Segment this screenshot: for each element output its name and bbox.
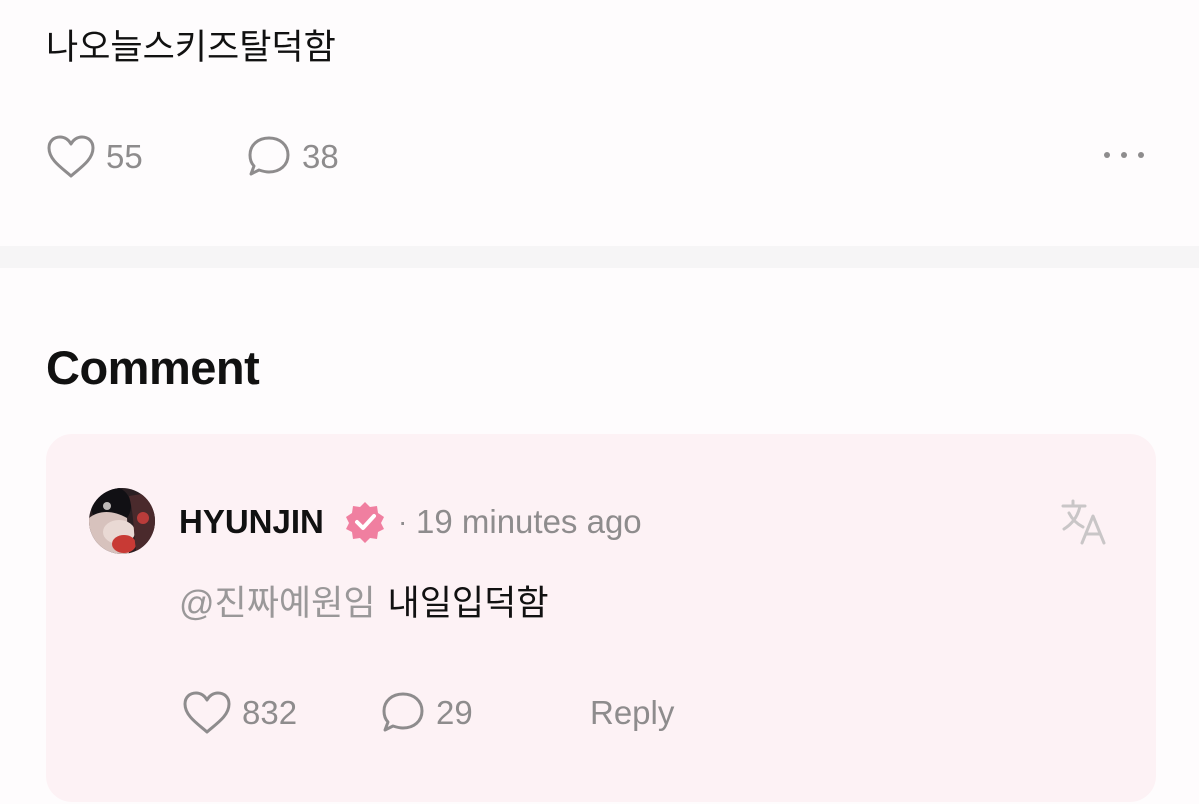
comment-actions: 832 29 Reply bbox=[182, 690, 782, 736]
comment-replies-button[interactable]: 29 bbox=[380, 690, 473, 736]
heart-icon bbox=[47, 135, 95, 178]
more-dot bbox=[1104, 152, 1110, 158]
post-like-button[interactable]: 55 bbox=[46, 134, 143, 180]
comment-like-count: 832 bbox=[242, 694, 298, 731]
post-text: 나오늘스키즈탈덕함 bbox=[46, 28, 336, 67]
comment-card: HYUNJIN · 19 minutes ago @진짜예원임 내일입덕함 832 bbox=[46, 434, 1156, 802]
post-comment-count: 38 bbox=[302, 138, 339, 175]
avatar-image bbox=[89, 488, 155, 554]
speech-bubble-icon bbox=[382, 692, 424, 732]
post: 나오늘스키즈탈덕함 55 38 bbox=[0, 0, 1199, 246]
more-dot bbox=[1121, 152, 1127, 158]
section-divider bbox=[0, 246, 1199, 268]
reply-button[interactable]: Reply bbox=[590, 690, 674, 736]
translate-icon[interactable] bbox=[1060, 498, 1108, 546]
more-horizontal-icon[interactable] bbox=[1104, 152, 1144, 158]
speech-bubble-icon bbox=[248, 136, 290, 176]
comment-body: @진짜예원임 내일입덕함 bbox=[179, 579, 549, 629]
post-like-count: 55 bbox=[106, 138, 143, 175]
post-comment-button[interactable]: 38 bbox=[246, 134, 339, 180]
heart-icon bbox=[183, 691, 231, 734]
comment-like-button[interactable]: 832 bbox=[182, 690, 297, 736]
comment-section-heading: Comment bbox=[46, 341, 260, 394]
comment-reply-count: 29 bbox=[436, 694, 473, 731]
post-actions: 55 38 bbox=[46, 134, 1156, 180]
comment-text: 내일입덕함 bbox=[387, 584, 549, 623]
comment-mention[interactable]: @진짜예원임 bbox=[179, 584, 376, 623]
verified-badge-icon bbox=[346, 502, 384, 543]
avatar[interactable] bbox=[89, 488, 155, 554]
more-dot bbox=[1138, 152, 1144, 158]
separator-dot: · bbox=[398, 506, 408, 537]
comment-timestamp: 19 minutes ago bbox=[416, 503, 642, 540]
comment-username[interactable]: HYUNJIN bbox=[179, 502, 324, 542]
